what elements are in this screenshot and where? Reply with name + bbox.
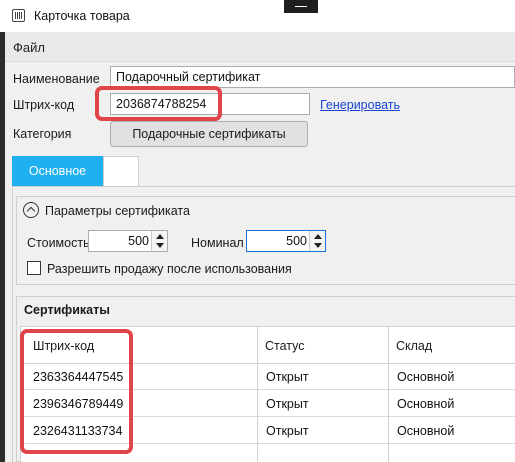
category-button[interactable]: Подарочные сертификаты <box>110 121 308 147</box>
menu-bar: Файл <box>5 32 515 62</box>
name-input[interactable]: Подарочный сертификат <box>110 66 515 88</box>
nominal-label: Номинал <box>191 236 244 250</box>
cost-spinner-buttons[interactable] <box>151 231 167 251</box>
cell-status: Открыт <box>266 424 309 438</box>
nominal-spinner-buttons[interactable] <box>309 231 325 251</box>
nominal-spinner[interactable]: 500 <box>246 230 326 252</box>
minimize-button[interactable] <box>284 0 318 13</box>
cost-value: 500 <box>128 234 149 248</box>
params-header: Параметры сертификата <box>45 204 190 218</box>
cell-warehouse: Основной <box>397 370 455 384</box>
allow-sale-checkbox[interactable] <box>27 261 41 275</box>
barcode-grid-icon <box>12 9 25 22</box>
spin-down-icon[interactable] <box>156 243 164 248</box>
tab-main[interactable]: Основное <box>12 156 103 187</box>
generate-link[interactable]: Генерировать <box>320 98 400 112</box>
spin-up-icon[interactable] <box>314 234 322 239</box>
name-label: Наименование <box>13 72 100 86</box>
cell-status: Открыт <box>266 397 309 411</box>
cost-spinner[interactable]: 500 <box>88 230 168 252</box>
cell-warehouse: Основной <box>397 424 455 438</box>
menu-file[interactable]: Файл <box>13 40 45 55</box>
column-status[interactable]: Статус <box>265 339 305 353</box>
certificates-title: Сертификаты <box>24 303 110 317</box>
column-divider[interactable] <box>388 327 389 462</box>
background-window-edge <box>0 0 5 462</box>
annotation-barcode-highlight <box>95 86 222 121</box>
tab-extra[interactable] <box>103 156 139 187</box>
column-warehouse[interactable]: Склад <box>396 339 432 353</box>
window-title: Карточка товара <box>34 9 130 23</box>
collapse-chevron-up-icon[interactable] <box>23 202 39 218</box>
annotation-column-highlight <box>20 329 133 454</box>
cell-status: Открыт <box>266 370 309 384</box>
barcode-label: Штрих-код <box>13 98 75 112</box>
nominal-value: 500 <box>286 234 307 248</box>
column-divider[interactable] <box>257 327 258 462</box>
cell-warehouse: Основной <box>397 397 455 411</box>
allow-sale-label: Разрешить продажу после использования <box>47 262 292 276</box>
category-label: Категория <box>13 127 72 141</box>
title-bar: Карточка товара <box>0 0 515 32</box>
cost-label: Стоимость <box>27 236 90 250</box>
spin-down-icon[interactable] <box>314 243 322 248</box>
spin-up-icon[interactable] <box>156 234 164 239</box>
